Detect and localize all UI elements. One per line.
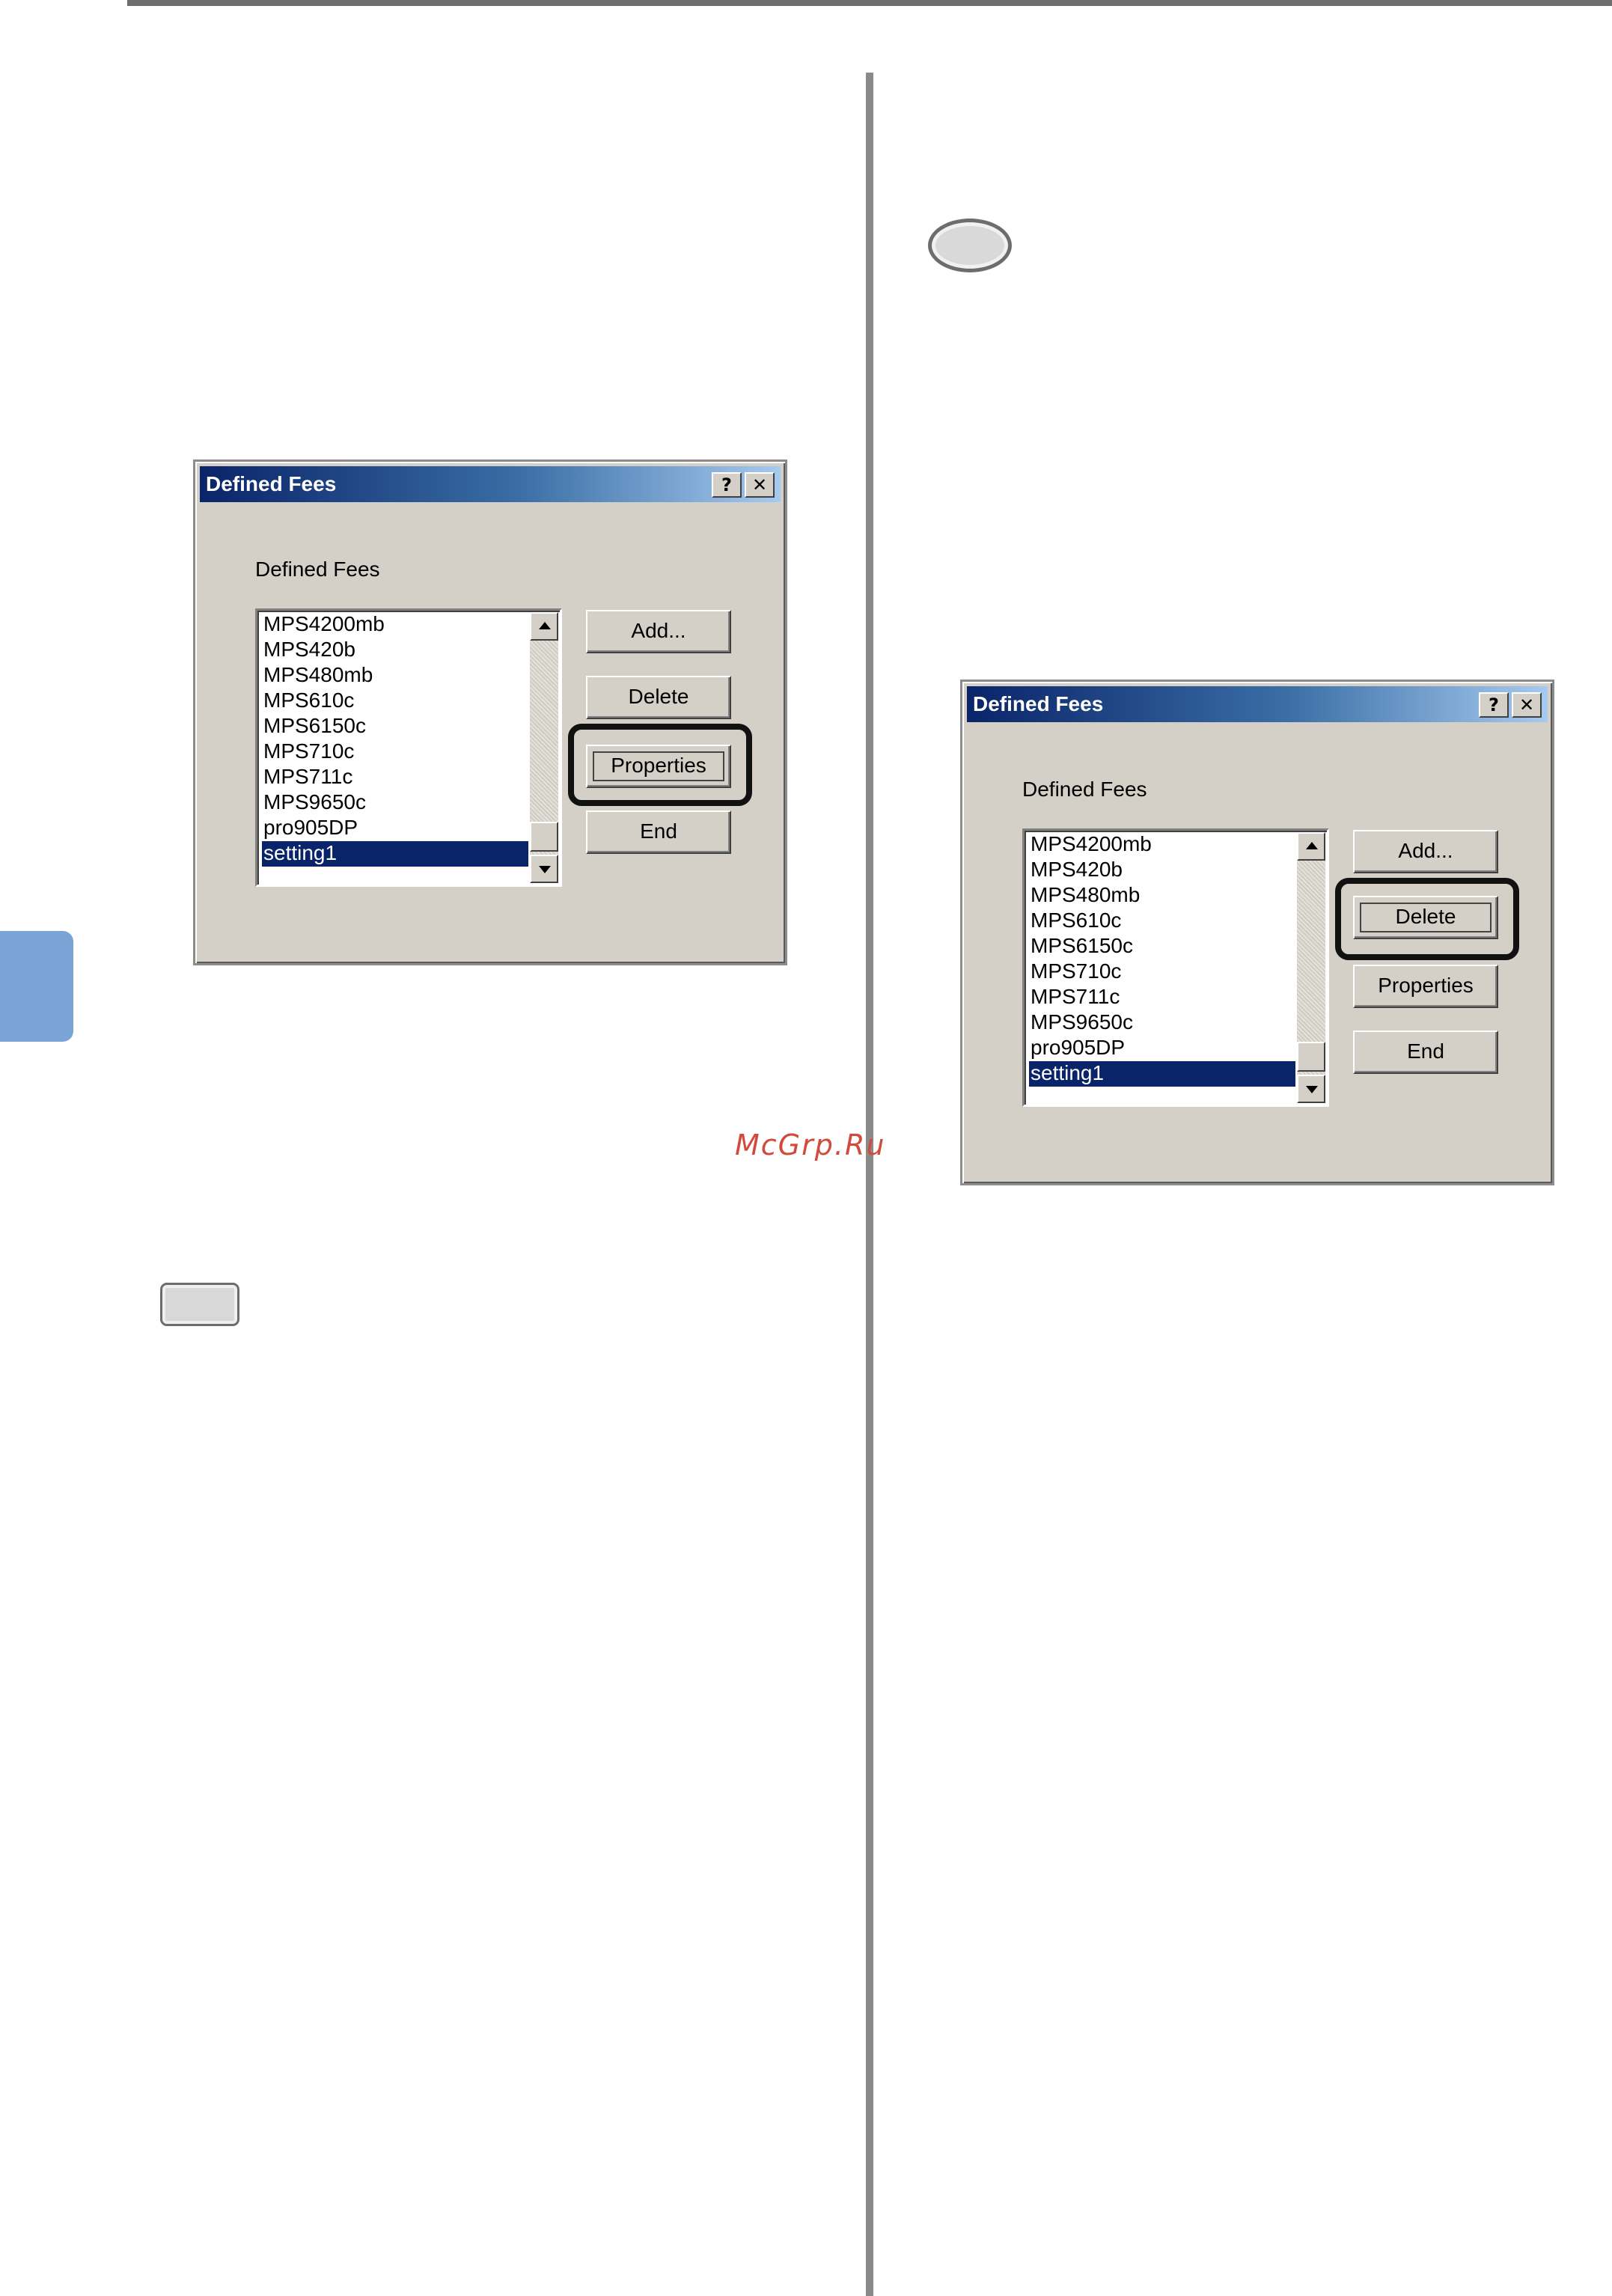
delete-button[interactable]: Delete [586,676,731,719]
list-item[interactable]: MPS420b [1029,858,1295,883]
list-scrollbar[interactable] [1297,832,1325,1103]
fees-listbox[interactable]: MPS4200mb MPS420b MPS480mb MPS610c MPS61… [1022,828,1329,1107]
add-button[interactable]: Add... [1353,830,1498,873]
list-item-selected[interactable]: setting1 [262,841,528,867]
list-item[interactable]: MPS610c [262,689,528,714]
memo-circle-icon [928,219,1012,272]
page-top-rule [127,0,1612,6]
list-item[interactable]: MPS4200mb [262,612,528,638]
list-item-selected[interactable]: setting1 [1029,1061,1295,1087]
defined-fees-label: Defined Fees [255,558,380,581]
list-item[interactable]: pro905DP [262,816,528,841]
list-item[interactable]: MPS711c [262,765,528,790]
add-button[interactable]: Add... [586,610,731,653]
properties-button[interactable]: Properties [1353,965,1498,1008]
end-button[interactable]: End [586,810,731,854]
list-item[interactable]: MPS480mb [262,663,528,689]
scroll-thumb[interactable] [530,822,558,852]
help-button[interactable]: ? [1479,692,1509,718]
dialog-title: Defined Fees [206,472,337,495]
arrow-down-icon [539,866,551,873]
arrow-down-icon [1306,1086,1318,1093]
dialog-titlebar: Defined Fees ? ✕ [200,466,781,502]
list-scrollbar[interactable] [530,612,558,883]
note-key-icon [160,1283,239,1326]
arrow-up-icon [539,622,551,629]
list-item[interactable]: MPS710c [1029,959,1295,985]
close-button[interactable]: ✕ [1512,692,1542,718]
list-item[interactable]: MPS711c [1029,985,1295,1010]
close-button[interactable]: ✕ [745,472,775,498]
callout-highlight-delete [1335,878,1519,960]
list-item[interactable]: MPS9650c [262,790,528,816]
list-item[interactable]: MPS9650c [1029,1010,1295,1036]
callout-highlight-properties [568,724,752,806]
list-item[interactable]: MPS4200mb [1029,832,1295,858]
fees-listbox[interactable]: MPS4200mb MPS420b MPS480mb MPS610c MPS61… [255,608,562,887]
arrow-up-icon [1306,842,1318,849]
scroll-thumb[interactable] [1297,1042,1325,1072]
list-item[interactable]: pro905DP [1029,1036,1295,1061]
scroll-up-button[interactable] [530,612,558,641]
list-item[interactable]: MPS6150c [1029,934,1295,959]
column-divider [866,73,873,2296]
list-item[interactable]: MPS610c [1029,909,1295,934]
scroll-down-button[interactable] [1297,1075,1325,1103]
watermark: McGrp.Ru [735,1129,886,1161]
end-button[interactable]: End [1353,1031,1498,1074]
defined-fees-label: Defined Fees [1022,778,1147,801]
dialog-titlebar: Defined Fees ? ✕ [967,686,1548,722]
defined-fees-dialog-properties: Defined Fees ? ✕ Defined Fees MPS4200mb … [193,459,787,965]
defined-fees-dialog-delete: Defined Fees ? ✕ Defined Fees MPS4200mb … [960,680,1554,1185]
dialog-title: Defined Fees [973,692,1104,715]
list-item[interactable]: MPS480mb [1029,883,1295,909]
chapter-side-tab [0,931,73,1042]
help-button[interactable]: ? [712,472,742,498]
list-item[interactable]: MPS6150c [262,714,528,739]
scroll-up-button[interactable] [1297,832,1325,861]
list-item[interactable]: MPS710c [262,739,528,765]
scroll-down-button[interactable] [530,855,558,883]
list-item[interactable]: MPS420b [262,638,528,663]
